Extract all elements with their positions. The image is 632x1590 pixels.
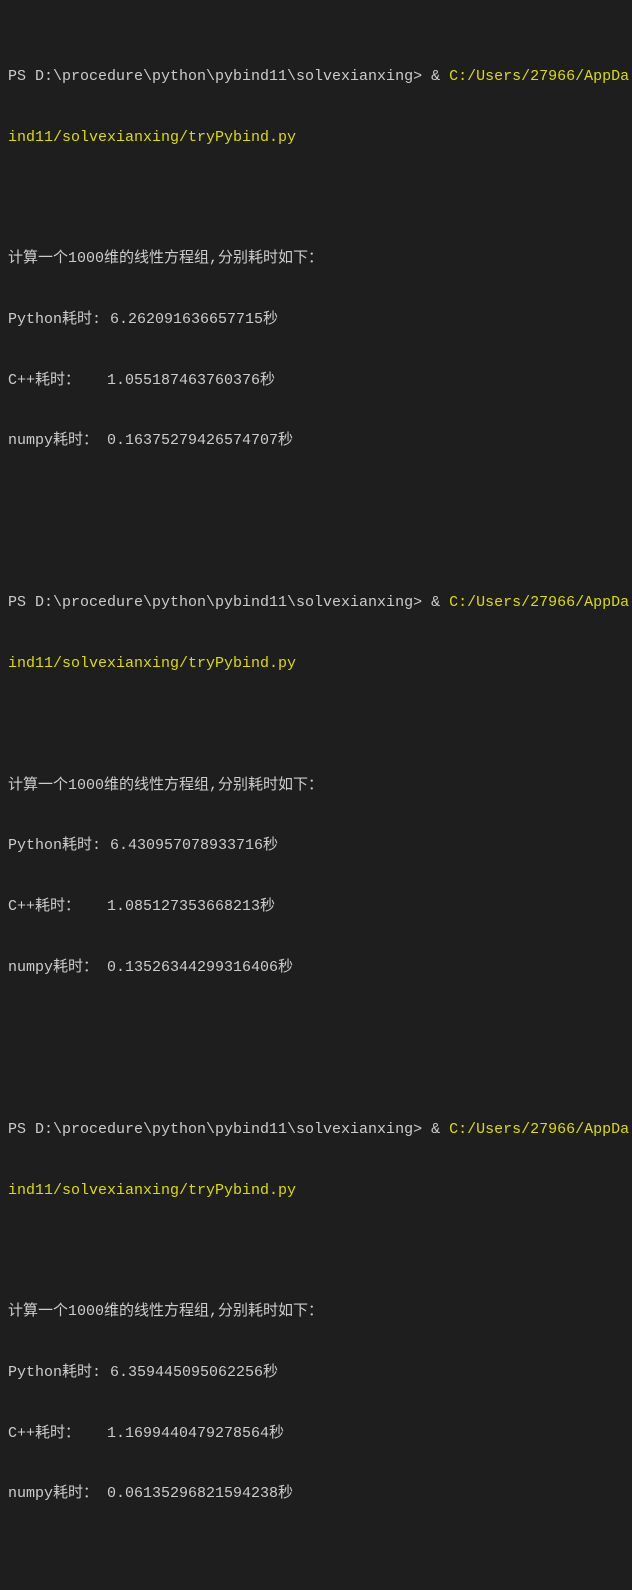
- ampersand: &: [431, 68, 449, 85]
- blank-line: [8, 188, 624, 208]
- output-numpy-time: numpy耗时： 0.16375279426574707秒: [8, 431, 624, 451]
- prompt-line: PS D:\procedure\python\pybind11\solvexia…: [8, 593, 624, 613]
- output-python-time: Python耗时: 6.359445095062256秒: [8, 1363, 624, 1383]
- blank-line: [8, 1019, 624, 1039]
- prompt-line: PS D:\procedure\python\pybind11\solvexia…: [8, 67, 624, 87]
- command-path: C:/Users/27966/AppDa: [449, 68, 629, 85]
- output-python-time: Python耗时: 6.262091636657715秒: [8, 310, 624, 330]
- command-path: C:/Users/27966/AppDa: [449, 594, 629, 611]
- output-cpp-time: C++耗时： 1.085127353668213秒: [8, 897, 624, 917]
- blank-line: [8, 715, 624, 735]
- blank-line: [8, 1545, 624, 1565]
- output-numpy-time: numpy耗时： 0.13526344299316406秒: [8, 958, 624, 978]
- prompt-path: PS D:\procedure\python\pybind11\solvexia…: [8, 594, 431, 611]
- output-python-time: Python耗时: 6.430957078933716秒: [8, 836, 624, 856]
- prompt-line-cont: ind11/solvexianxing/tryPybind.py: [8, 128, 624, 148]
- output-header: 计算一个1000维的线性方程组,分别耗时如下：: [8, 776, 624, 796]
- prompt-line-cont: ind11/solvexianxing/tryPybind.py: [8, 1181, 624, 1201]
- prompt-line-cont: ind11/solvexianxing/tryPybind.py: [8, 654, 624, 674]
- prompt-line: PS D:\procedure\python\pybind11\solvexia…: [8, 1120, 624, 1140]
- prompt-path: PS D:\procedure\python\pybind11\solvexia…: [8, 1121, 431, 1138]
- command-path-cont: ind11/solvexianxing/tryPybind.py: [8, 1182, 296, 1199]
- command-path: C:/Users/27966/AppDa: [449, 1121, 629, 1138]
- output-numpy-time: numpy耗时： 0.06135296821594238秒: [8, 1484, 624, 1504]
- blank-line: [8, 492, 624, 512]
- output-header: 计算一个1000维的线性方程组,分别耗时如下：: [8, 1302, 624, 1322]
- command-path-cont: ind11/solvexianxing/tryPybind.py: [8, 129, 296, 146]
- prompt-path: PS D:\procedure\python\pybind11\solvexia…: [8, 68, 431, 85]
- ampersand: &: [431, 594, 449, 611]
- output-cpp-time: C++耗时： 1.055187463760376秒: [8, 371, 624, 391]
- terminal-output[interactable]: PS D:\procedure\python\pybind11\solvexia…: [8, 6, 624, 1590]
- command-path-cont: ind11/solvexianxing/tryPybind.py: [8, 655, 296, 672]
- output-cpp-time: C++耗时： 1.1699440479278564秒: [8, 1424, 624, 1444]
- blank-line: [8, 1241, 624, 1261]
- output-header: 计算一个1000维的线性方程组,分别耗时如下：: [8, 249, 624, 269]
- ampersand: &: [431, 1121, 449, 1138]
